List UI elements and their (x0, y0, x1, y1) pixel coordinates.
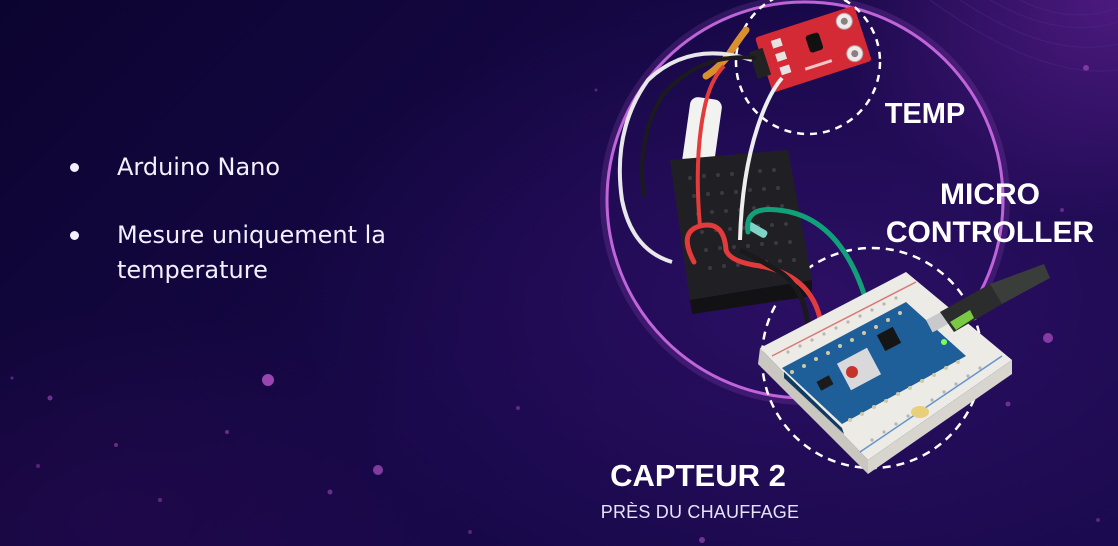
bullet-list: Arduino Nano Mesure uniquement la temper… (66, 150, 386, 321)
label-micro-line1: MICRO (940, 178, 1040, 211)
label-microcontroller: MICRO CONTROLLER (870, 176, 1110, 252)
bullet-text: Mesure uniquement la temperature (117, 221, 386, 284)
label-capteur: CAPTEUR 2 (610, 458, 786, 493)
bullet-dot-icon (70, 231, 79, 240)
bullet-item-arduino-nano: Arduino Nano (66, 150, 386, 185)
bullet-dot-icon (70, 163, 79, 172)
bullet-item-mesure: Mesure uniquement la temperature (66, 218, 386, 288)
slide-background: Arduino Nano Mesure uniquement la temper… (0, 0, 1118, 546)
label-micro-line2: CONTROLLER (885, 216, 1095, 249)
temperature-sensor-module-icon (749, 6, 872, 93)
label-capteur-subtitle: PRÈS DU CHAUFFAGE (600, 502, 800, 522)
bullet-text: Arduino Nano (117, 153, 281, 181)
label-temp: TEMP (884, 98, 966, 130)
